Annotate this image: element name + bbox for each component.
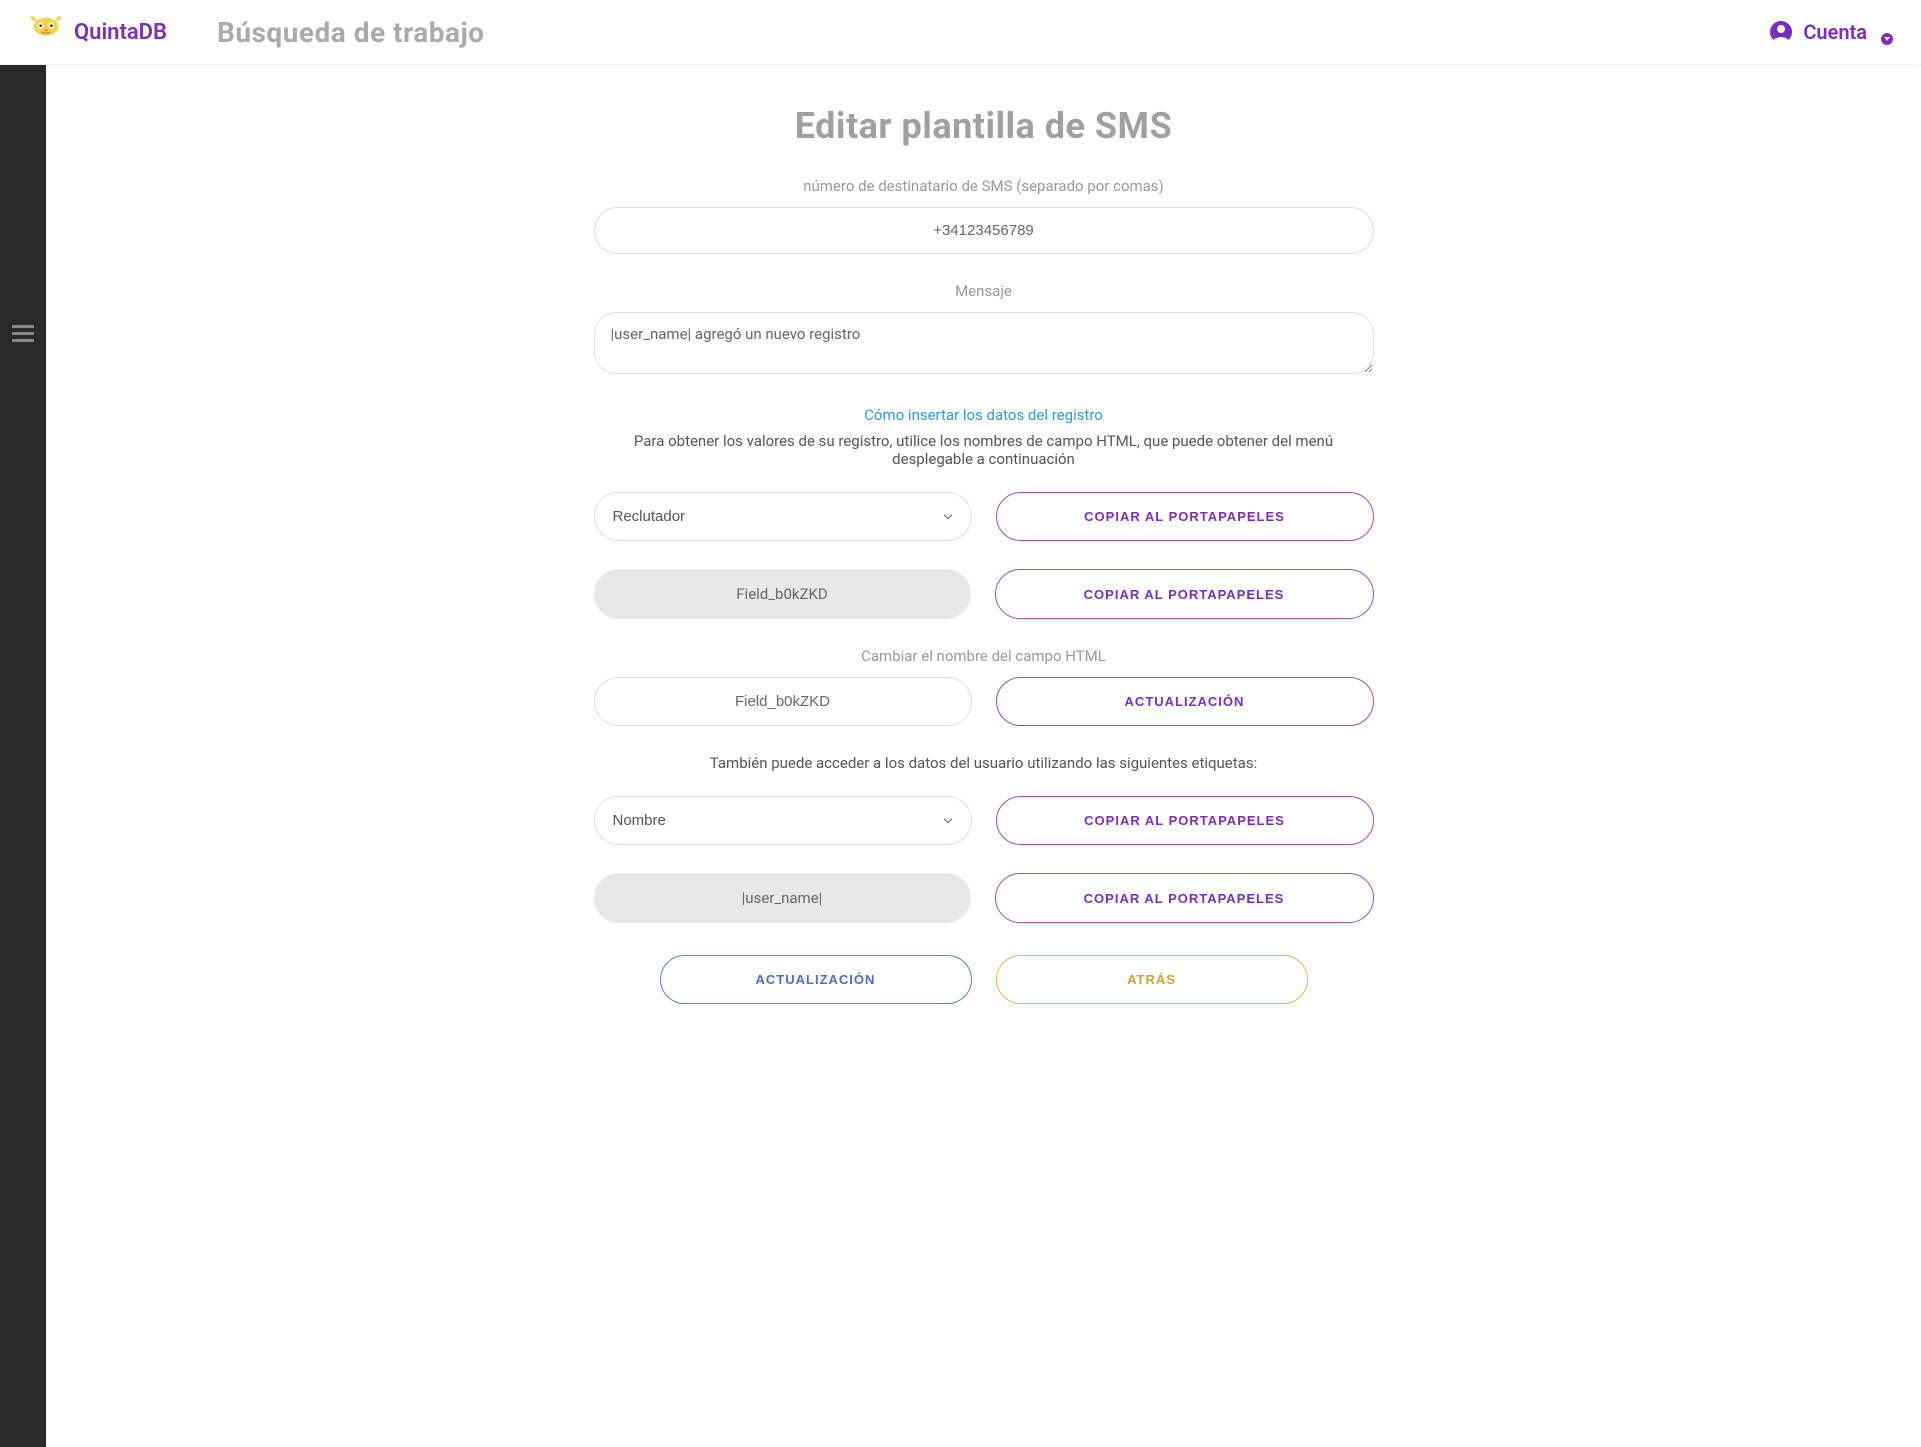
user-tag-select[interactable]: Nombre (594, 796, 972, 845)
content: Editar plantilla de SMS número de destin… (574, 65, 1394, 1044)
copy-user-tag-button[interactable]: COPIAR AL PORTAPAPELES (996, 796, 1374, 845)
insert-help-text: Para obtener los valores de su registro,… (594, 432, 1374, 468)
header: QuintaDB Búsqueda de trabajo Cuenta (0, 0, 1921, 65)
message-textarea[interactable]: |user_name| agregó un nuevo registro (594, 312, 1374, 374)
back-button[interactable]: ATRÁS (996, 955, 1308, 1004)
page-header-title: Búsqueda de trabajo (217, 16, 485, 49)
form-actions: ACTUALIZACIÓN ATRÁS (594, 955, 1374, 1004)
hamburger-icon[interactable] (12, 325, 34, 342)
brand-text: QuintaDB (74, 20, 167, 45)
copy-field-button[interactable]: COPIAR AL PORTAPAPELES (996, 492, 1374, 541)
recipient-label: número de destinatario de SMS (separado … (594, 177, 1374, 195)
user-tag-code-display: |user_name| (594, 873, 971, 923)
main-container: Editar plantilla de SMS número de destin… (0, 65, 1921, 1447)
submit-button[interactable]: ACTUALIZACIÓN (660, 955, 972, 1004)
user-tags-help: También puede acceder a los datos del us… (594, 754, 1374, 772)
rename-label: Cambiar el nombre del campo HTML (594, 647, 1374, 665)
rename-input[interactable] (594, 677, 972, 726)
field-code-row: Field_b0kZKD COPIAR AL PORTAPAPELES (594, 569, 1374, 619)
account-label: Cuenta (1803, 20, 1867, 44)
field-select-row: Reclutador COPIAR AL PORTAPAPELES (594, 492, 1374, 541)
chevron-down-icon (1881, 33, 1893, 45)
insert-help-link[interactable]: Cómo insertar los datos del registro (594, 406, 1374, 424)
field-code-display: Field_b0kZKD (594, 569, 971, 619)
account-menu[interactable]: Cuenta (1769, 19, 1893, 45)
recipient-input[interactable] (594, 207, 1374, 254)
logo[interactable]: QuintaDB (28, 14, 167, 50)
sidebar (0, 65, 46, 1447)
user-tag-code-row: |user_name| COPIAR AL PORTAPAPELES (594, 873, 1374, 923)
rename-row: ACTUALIZACIÓN (594, 677, 1374, 726)
copy-user-tag-code-button[interactable]: COPIAR AL PORTAPAPELES (995, 873, 1374, 923)
header-left: QuintaDB Búsqueda de trabajo (28, 14, 485, 50)
user-select-row: Nombre COPIAR AL PORTAPAPELES (594, 796, 1374, 845)
message-label: Mensaje (594, 282, 1374, 300)
page-title: Editar plantilla de SMS (594, 105, 1374, 147)
copy-field-code-button[interactable]: COPIAR AL PORTAPAPELES (995, 569, 1374, 619)
user-icon (1769, 20, 1793, 44)
field-select[interactable]: Reclutador (594, 492, 972, 541)
brand-icon (28, 14, 64, 50)
rename-update-button[interactable]: ACTUALIZACIÓN (996, 677, 1374, 726)
